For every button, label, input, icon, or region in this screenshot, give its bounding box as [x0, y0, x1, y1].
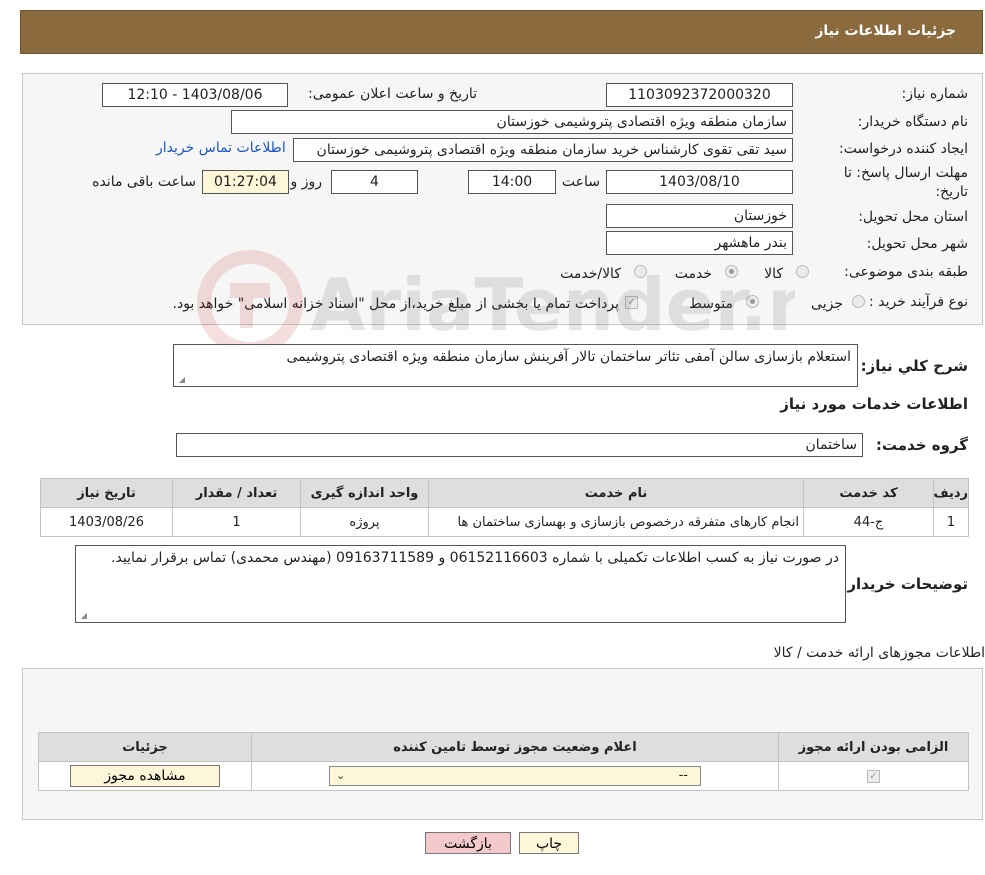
buyer-org-field: سازمان منطقه ویژه اقتصادی پتروشیمی خوزست… — [231, 110, 793, 134]
category-goods-radio[interactable] — [796, 265, 809, 278]
category-goods-service-radio[interactable] — [634, 265, 647, 278]
announce-datetime-label: تاریخ و ساعت اعلان عمومی: — [308, 86, 477, 102]
deadline-time-field: 14:00 — [468, 170, 556, 194]
col-service-code: کد خدمت — [803, 478, 934, 508]
cell-permit-status: -- ⌄ — [251, 761, 779, 791]
buyer-notes-textarea[interactable]: در صورت نیاز به کسب اطلاعات تکمیلی با شم… — [75, 545, 846, 623]
col-permit-status: اعلام وضعیت مجوز توسط تامین کننده — [251, 732, 779, 762]
permits-section-title: اطلاعات مجوزهای ارائه خدمت / کالا — [773, 645, 985, 661]
cell-service-name: انجام کارهای متفرقه درخصوص بازسازی و بهس… — [428, 507, 804, 537]
resize-grip-icon[interactable]: ◢ — [78, 611, 87, 620]
buyer-org-label: نام دستگاه خریدار: — [857, 114, 968, 130]
summary-label: شرح کلي نياز: — [860, 357, 968, 375]
resize-grip-icon[interactable]: ◢ — [176, 375, 185, 384]
days-label: روز و — [290, 174, 323, 190]
announce-datetime-field: 1403/08/06 - 12:10 — [102, 83, 288, 107]
buyer-notes-text: در صورت نیاز به کسب اطلاعات تکمیلی با شم… — [111, 550, 839, 566]
services-table: ردیف کد خدمت نام خدمت واحد اندازه گیری ت… — [40, 478, 969, 537]
remaining-days-field: 4 — [331, 170, 418, 194]
province-label: استان محل تحویل: — [858, 209, 968, 225]
city-field: بندر ماهشهر — [606, 231, 793, 255]
permit-status-value: -- — [678, 768, 688, 783]
city-label: شهر محل تحویل: — [866, 236, 968, 252]
requester-field: سید تقی تقوی کارشناس خرید سازمان منطقه و… — [293, 138, 793, 162]
requester-label: ایجاد کننده درخواست: — [839, 141, 968, 157]
province-field: خوزستان — [606, 204, 793, 228]
cell-unit: پروژه — [300, 507, 429, 537]
cell-permit-details: مشاهده مجوز — [38, 761, 252, 791]
treasury-checkbox[interactable]: ✓ — [625, 296, 638, 309]
category-goods-label: کالا — [764, 266, 783, 282]
cell-permit-required: ✓ — [778, 761, 969, 791]
cell-quantity: 1 — [172, 507, 301, 537]
process-minor-label: جزیی — [811, 296, 843, 312]
summary-textarea[interactable]: استعلام بازسازی سالن آمفی تئاتر ساختمان … — [173, 344, 858, 387]
deadline-date-field: 1403/08/10 — [606, 170, 793, 194]
need-number-field: 1103092372000320 — [606, 83, 793, 107]
service-group-label: گروه خدمت: — [875, 436, 968, 454]
view-permit-button[interactable]: مشاهده مجوز — [70, 765, 220, 787]
services-section-title: اطلاعات خدمات مورد نیاز — [780, 395, 968, 413]
page-title: جزئیات اطلاعات نیاز — [815, 23, 956, 39]
col-permit-details: جزئیات — [38, 732, 252, 762]
buyer-notes-label: توضیحات خریدار: — [841, 575, 968, 593]
process-label: نوع فرآیند خرید : — [869, 294, 968, 310]
page-header: جزئیات اطلاعات نیاز — [20, 10, 983, 54]
table-row: 1 ج-44 انجام کارهای متفرقه درخصوص بازساز… — [40, 507, 969, 537]
chevron-down-icon: ⌄ — [336, 769, 346, 782]
remaining-label: ساعت باقی مانده — [92, 174, 196, 190]
process-medium-label: متوسط — [689, 296, 733, 312]
need-number-label: شماره نیاز: — [901, 86, 969, 102]
cell-row-number: 1 — [933, 507, 969, 537]
cell-service-code: ج-44 — [803, 507, 934, 537]
permit-required-checkbox[interactable]: ✓ — [867, 769, 880, 783]
col-unit: واحد اندازه گیری — [300, 478, 429, 508]
deadline-time-label: ساعت — [561, 174, 600, 190]
print-button[interactable]: چاپ — [519, 832, 579, 854]
summary-text: استعلام بازسازی سالن آمفی تئاتر ساختمان … — [286, 349, 851, 365]
process-medium-radio[interactable] — [746, 295, 759, 308]
col-need-date: تاریخ نیاز — [40, 478, 173, 508]
category-service-radio[interactable] — [725, 265, 738, 278]
service-group-field: ساختمان — [176, 433, 863, 457]
col-quantity: تعداد / مقدار — [172, 478, 301, 508]
col-row-number: ردیف — [933, 478, 969, 508]
buyer-contact-link[interactable]: اطلاعات تماس خریدار — [156, 140, 286, 156]
permit-status-select[interactable]: -- ⌄ — [329, 766, 701, 786]
col-permit-required: الزامی بودن ارائه مجوز — [778, 732, 969, 762]
category-service-label: خدمت — [674, 266, 712, 282]
permits-table: الزامی بودن ارائه مجوز اعلام وضعیت مجوز … — [38, 732, 969, 791]
col-service-name: نام خدمت — [428, 478, 804, 508]
category-label: طبقه بندی موضوعی: — [844, 264, 968, 280]
category-goods-service-label: کالا/خدمت — [560, 266, 621, 282]
services-table-header: ردیف کد خدمت نام خدمت واحد اندازه گیری ت… — [40, 478, 969, 508]
remaining-time-field: 01:27:04 — [202, 170, 289, 194]
permits-table-header: الزامی بودن ارائه مجوز اعلام وضعیت مجوز … — [38, 732, 969, 762]
process-minor-radio[interactable] — [852, 295, 865, 308]
cell-need-date: 1403/08/26 — [40, 507, 173, 537]
deadline-date-label: تاریخ: — [935, 184, 968, 200]
back-button[interactable]: بازگشت — [425, 832, 511, 854]
deadline-label: مهلت ارسال پاسخ: تا — [843, 165, 968, 181]
treasury-note: پرداخت تمام یا بخشی از مبلغ خرید،از محل … — [172, 296, 619, 312]
table-row: ✓ -- ⌄ مشاهده مجوز — [38, 761, 969, 791]
